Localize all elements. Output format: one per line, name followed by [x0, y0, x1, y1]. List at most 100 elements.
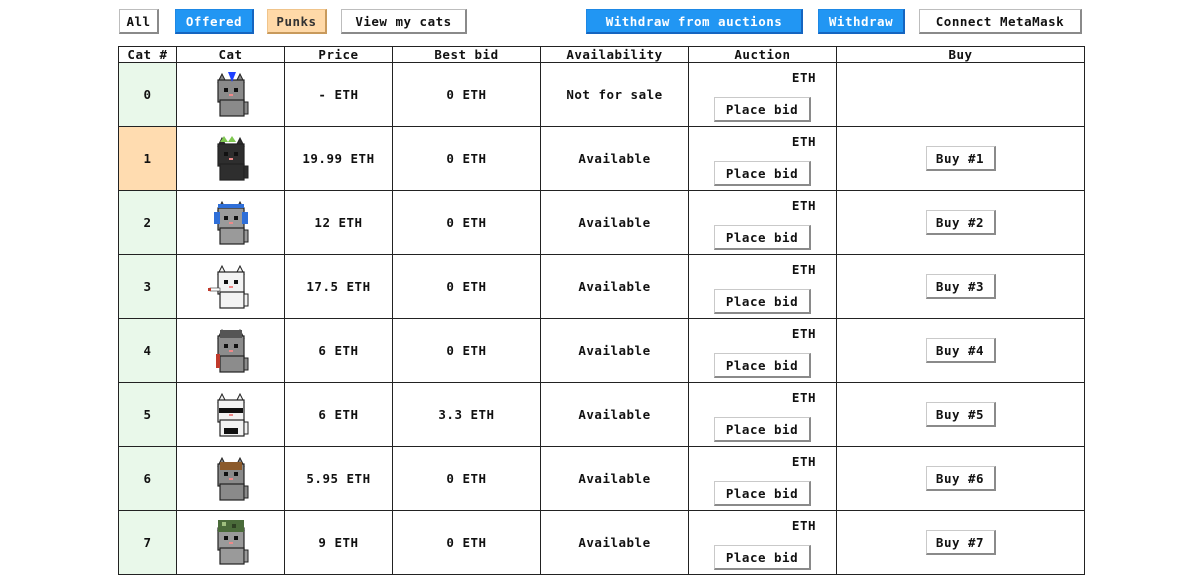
- view-my-cats-button[interactable]: View my cats: [341, 9, 467, 34]
- price-cell: 17.5 ETH: [284, 254, 393, 319]
- header-cat-number: Cat #: [118, 46, 177, 63]
- best-bid-cell: 3.3 ETH: [392, 382, 541, 447]
- buy-button[interactable]: Buy #6: [925, 466, 996, 491]
- buy-cell: Buy #2: [836, 190, 1085, 255]
- auction-cell: ETH Place bid: [688, 318, 837, 383]
- availability-cell: Available: [540, 254, 689, 319]
- price-cell: 5.95 ETH: [284, 446, 393, 511]
- place-bid-button[interactable]: Place bid: [714, 161, 811, 186]
- header-cat: Cat: [176, 46, 285, 63]
- buy-cell: Buy #5: [836, 382, 1085, 447]
- place-bid-button[interactable]: Place bid: [714, 289, 811, 314]
- filter-offered-button[interactable]: Offered: [175, 9, 254, 34]
- table-row: 5 6 ETH 3.3 ETH Available ETH Place bid Buy #5: [118, 382, 1085, 447]
- gray-cat-headphones-icon: [177, 198, 284, 248]
- black-cat-crown-icon: [177, 134, 284, 184]
- gray-cat-skull-cap-icon: [177, 326, 284, 376]
- top-toolbar: All Offered Punks View my cats Withdraw …: [0, 0, 1200, 44]
- buy-button[interactable]: Buy #1: [925, 146, 996, 171]
- availability-cell: Not for sale: [540, 62, 689, 127]
- buy-button[interactable]: Buy #3: [925, 274, 996, 299]
- buy-cell: [836, 62, 1085, 127]
- header-price: Price: [284, 46, 393, 63]
- cats-table: Cat # Cat Price Best bid Availability Au…: [118, 46, 1085, 575]
- price-cell: 6 ETH: [284, 318, 393, 383]
- availability-cell: Available: [540, 190, 689, 255]
- buy-cell: Buy #7: [836, 510, 1085, 575]
- best-bid-cell: 0 ETH: [392, 510, 541, 575]
- place-bid-button[interactable]: Place bid: [714, 97, 811, 122]
- connect-metamask-button[interactable]: Connect MetaMask: [919, 9, 1082, 34]
- table-row: 0 - ETH 0 ETH Not for sale ETH Place bid: [118, 62, 1085, 127]
- cat-number-cell: 7: [118, 510, 177, 575]
- cat-image-cell: [176, 254, 285, 319]
- best-bid-cell: 0 ETH: [392, 62, 541, 127]
- cat-number-cell: 2: [118, 190, 177, 255]
- cat-number-cell: 1: [118, 126, 177, 191]
- withdraw-button[interactable]: Withdraw: [818, 9, 905, 34]
- buy-button[interactable]: Buy #4: [925, 338, 996, 363]
- place-bid-button[interactable]: Place bid: [714, 225, 811, 250]
- cat-image-cell: [176, 382, 285, 447]
- buy-button[interactable]: Buy #2: [925, 210, 996, 235]
- auction-eth-label: ETH: [791, 390, 816, 405]
- table-row: 7 9 ETH 0 ETH Available ETH Place bid Buy #7: [118, 510, 1085, 575]
- availability-cell: Available: [540, 382, 689, 447]
- price-cell: - ETH: [284, 62, 393, 127]
- place-bid-button[interactable]: Place bid: [714, 353, 811, 378]
- table-row: 3 17.5 ETH 0 ETH Available ETH Place bid Buy #…: [118, 254, 1085, 319]
- auction-eth-label: ETH: [791, 134, 816, 149]
- cat-image-cell: [176, 510, 285, 575]
- buy-button[interactable]: Buy #7: [925, 530, 996, 555]
- availability-cell: Available: [540, 126, 689, 191]
- header-availability: Availability: [540, 46, 689, 63]
- availability-cell: Available: [540, 318, 689, 383]
- header-auction: Auction: [688, 46, 837, 63]
- best-bid-cell: 0 ETH: [392, 190, 541, 255]
- availability-cell: Available: [540, 510, 689, 575]
- auction-eth-label: ETH: [791, 454, 816, 469]
- buy-cell: Buy #4: [836, 318, 1085, 383]
- cat-image-cell: [176, 190, 285, 255]
- table-row: 4 6 ETH 0 ETH Available ETH Place bid Buy #4: [118, 318, 1085, 383]
- place-bid-button[interactable]: Place bid: [714, 481, 811, 506]
- best-bid-cell: 0 ETH: [392, 254, 541, 319]
- withdraw-from-auctions-button[interactable]: Withdraw from auctions: [586, 9, 803, 34]
- gray-cat-camo-hat-icon: [177, 518, 284, 568]
- auction-eth-label: ETH: [791, 70, 816, 85]
- white-cat-cigarette-icon: [177, 262, 284, 312]
- best-bid-cell: 0 ETH: [392, 318, 541, 383]
- auction-cell: ETH Place bid: [688, 254, 837, 319]
- auction-cell: ETH Place bid: [688, 190, 837, 255]
- filter-all-button[interactable]: All: [119, 9, 159, 34]
- table-row: 1 19.99 ETH 0 ETH Available ETH Place bid Buy …: [118, 126, 1085, 191]
- buy-cell: Buy #1: [836, 126, 1085, 191]
- buy-cell: Buy #6: [836, 446, 1085, 511]
- table-row: 6 5.95 ETH 0 ETH Available ETH Place bid Buy #…: [118, 446, 1085, 511]
- place-bid-button[interactable]: Place bid: [714, 545, 811, 570]
- place-bid-button[interactable]: Place bid: [714, 417, 811, 442]
- buy-button[interactable]: Buy #5: [925, 402, 996, 427]
- auction-cell: ETH Place bid: [688, 510, 837, 575]
- table-row: 2 12 ETH 0 ETH Available ETH Place bid Buy #2: [118, 190, 1085, 255]
- gray-cat-brown-hat-icon: [177, 454, 284, 504]
- auction-eth-label: ETH: [791, 198, 816, 213]
- auction-eth-label: ETH: [791, 326, 816, 341]
- cat-image-cell: [176, 126, 285, 191]
- auction-cell: ETH Place bid: [688, 126, 837, 191]
- auction-eth-label: ETH: [791, 518, 816, 533]
- gray-cat-blue-mohawk-icon: [177, 70, 284, 120]
- auction-cell: ETH Place bid: [688, 382, 837, 447]
- auction-cell: ETH Place bid: [688, 62, 837, 127]
- white-cat-sunglasses-icon: [177, 390, 284, 440]
- price-cell: 12 ETH: [284, 190, 393, 255]
- cat-image-cell: [176, 318, 285, 383]
- cat-number-cell: 3: [118, 254, 177, 319]
- cat-number-cell: 5: [118, 382, 177, 447]
- cat-number-cell: 0: [118, 62, 177, 127]
- table-header-row: Cat # Cat Price Best bid Availability Au…: [118, 46, 1085, 63]
- filter-punks-button[interactable]: Punks: [267, 9, 327, 34]
- price-cell: 9 ETH: [284, 510, 393, 575]
- price-cell: 19.99 ETH: [284, 126, 393, 191]
- best-bid-cell: 0 ETH: [392, 446, 541, 511]
